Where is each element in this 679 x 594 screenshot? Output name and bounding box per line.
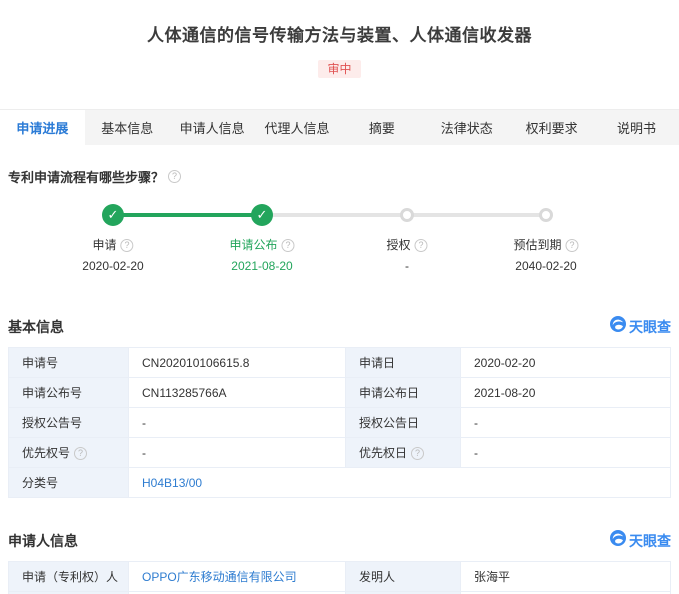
process-heading: 专利申请流程有哪些步骤？ [8, 170, 165, 185]
step-date: 2021-08-20 [231, 259, 293, 273]
field-value: OPPO广东移动通信有限公司 [128, 561, 346, 592]
tab-claims[interactable]: 权利要求 [509, 110, 594, 145]
step-label: 申请? [82, 236, 143, 253]
step-label: 预估到期? [513, 236, 579, 253]
status-badge: 审中 [318, 60, 361, 78]
field-label: 优先权日? [345, 437, 461, 468]
tianyancha-logo-icon [610, 530, 626, 551]
section-title-applicant-info: 申请人信息 [8, 532, 78, 549]
tianyancha-logo-icon [610, 316, 626, 337]
timeline-step-publication: 申请公布? 2021-08-20 [229, 236, 295, 273]
tianyancha-logo-text: 天眼查 [629, 318, 671, 335]
field-value: - [128, 437, 346, 468]
question-icon[interactable]: ? [168, 170, 182, 183]
basic-info-section-head: 基本信息 天眼查 [8, 316, 671, 337]
field-label: 申请号 [8, 347, 129, 378]
tab-application-progress[interactable]: 申请进展 [0, 110, 85, 145]
tab-basic-info[interactable]: 基本信息 [85, 110, 170, 145]
field-value: CN202010106615.8 [128, 347, 346, 378]
step-date: - [404, 259, 409, 273]
tianyancha-logo-text: 天眼查 [629, 532, 671, 549]
classification-number-link[interactable]: H04B13/00 [142, 476, 202, 490]
field-value: 张海平 [460, 561, 671, 592]
basic-info-table: 申请号 CN202010106615.8 申请日 2020-02-20 申请公布… [8, 347, 671, 498]
timeline-step-expiry: 预估到期? 2040-02-20 [513, 236, 579, 273]
check-icon: ✓ [251, 204, 273, 226]
timeline-line-done [113, 213, 262, 217]
tab-agent-info[interactable]: 代理人信息 [255, 110, 340, 145]
tianyancha-logo[interactable]: 天眼查 [610, 530, 671, 551]
field-label-text: 优先权日 [359, 446, 408, 460]
main-content: 专利申请流程有哪些步骤？ ? ✓ ✓ 申请? 2020-02-20 申请公布? … [0, 167, 679, 594]
tab-legal-status[interactable]: 法律状态 [424, 110, 509, 145]
field-value: CN113285766A [128, 377, 346, 408]
field-value: - [460, 407, 671, 438]
field-label: 申请日 [345, 347, 461, 378]
timeline-step-application: 申请? 2020-02-20 [82, 236, 143, 273]
process-heading-row: 专利申请流程有哪些步骤？ ? [8, 167, 671, 186]
field-value: - [128, 407, 346, 438]
check-icon: ✓ [102, 204, 124, 226]
step-label-text: 授权 [386, 238, 411, 252]
timeline-step-grant: 授权? - [386, 236, 428, 273]
field-label: 发明人 [345, 561, 461, 592]
question-icon[interactable]: ? [411, 447, 425, 460]
applicant-info-table: 申请（专利权）人 OPPO广东移动通信有限公司 发明人 张海平 地址 广东省东莞… [8, 561, 671, 594]
field-value: 2021-08-20 [460, 377, 671, 408]
tab-bar: 申请进展 基本信息 申请人信息 代理人信息 摘要 法律状态 权利要求 说明书 [0, 109, 679, 145]
field-label: 优先权号? [8, 437, 129, 468]
process-timeline: ✓ ✓ 申请? 2020-02-20 申请公布? 2021-08-20 授权? … [8, 204, 671, 288]
table-row: 申请公布号 CN113285766A 申请公布日 2021-08-20 [8, 377, 671, 408]
field-label: 授权公告日 [345, 407, 461, 438]
field-label: 授权公告号 [8, 407, 129, 438]
step-label-text: 申请公布 [229, 238, 278, 252]
section-title-basic-info: 基本信息 [8, 318, 64, 335]
step-date: 2040-02-20 [515, 259, 577, 273]
step-date: 2020-02-20 [82, 259, 144, 273]
pending-dot-icon [400, 208, 414, 222]
question-icon[interactable]: ? [565, 239, 579, 252]
page-title: 人体通信的信号传输方法与装置、人体通信收发器 [147, 26, 532, 45]
step-label-text: 预估到期 [513, 238, 562, 252]
question-icon[interactable]: ? [281, 239, 295, 252]
step-label-text: 申请 [92, 238, 117, 252]
tianyancha-logo[interactable]: 天眼查 [610, 316, 671, 337]
field-label: 分类号 [8, 467, 129, 498]
field-label: 申请（专利权）人 [8, 561, 129, 592]
status-badge-row: 审中 [0, 60, 679, 78]
field-value: 2020-02-20 [460, 347, 671, 378]
question-icon[interactable]: ? [414, 239, 428, 252]
tab-description[interactable]: 说明书 [594, 110, 679, 145]
field-label: 申请公布号 [8, 377, 129, 408]
field-value: - [460, 437, 671, 468]
pending-dot-icon [539, 208, 553, 222]
table-row: 授权公告号 - 授权公告日 - [8, 407, 671, 438]
tab-applicant-info[interactable]: 申请人信息 [170, 110, 255, 145]
table-row: 申请（专利权）人 OPPO广东移动通信有限公司 发明人 张海平 [8, 561, 671, 592]
question-icon[interactable]: ? [120, 239, 134, 252]
field-label-text: 优先权号 [22, 446, 71, 460]
table-row: 分类号 H04B13/00 [8, 467, 671, 498]
table-row: 申请号 CN202010106615.8 申请日 2020-02-20 [8, 347, 671, 378]
tab-abstract[interactable]: 摘要 [340, 110, 425, 145]
patent-detail-page: 人体通信的信号传输方法与装置、人体通信收发器 审中 申请进展 基本信息 申请人信… [0, 0, 679, 594]
applicant-company-link[interactable]: OPPO广东移动通信有限公司 [142, 570, 297, 584]
step-label: 申请公布? [229, 236, 295, 253]
question-icon[interactable]: ? [74, 447, 88, 460]
timeline-track: ✓ ✓ [8, 204, 671, 226]
step-label: 授权? [386, 236, 428, 253]
field-value: H04B13/00 [128, 467, 671, 498]
field-label: 申请公布日 [345, 377, 461, 408]
table-row: 优先权号? - 优先权日? - [8, 437, 671, 468]
applicant-info-section-head: 申请人信息 天眼查 [8, 530, 671, 551]
